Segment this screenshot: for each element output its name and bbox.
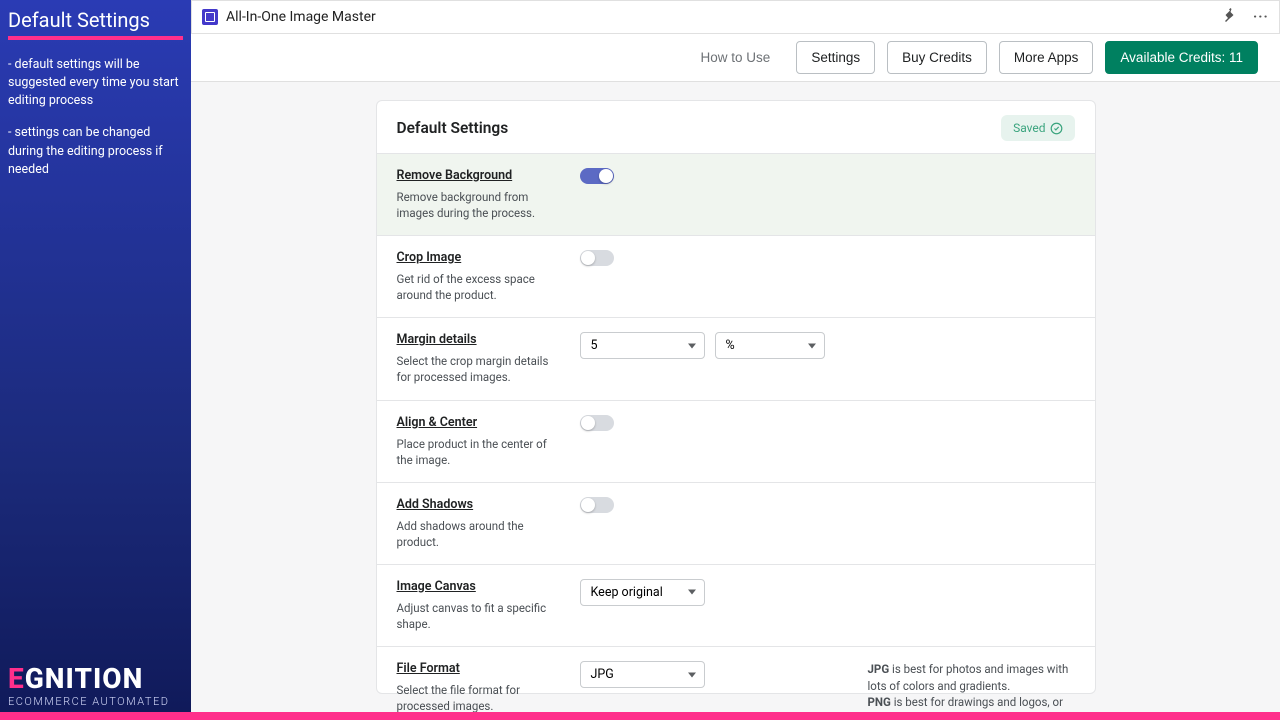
row-crop-image: Crop Image Get rid of the excess space a… — [377, 235, 1095, 317]
margin-unit-select[interactable]: % — [715, 332, 825, 359]
settings-card: Default Settings Saved Remove Background… — [376, 100, 1096, 694]
sidebar: Default Settings - default settings will… — [0, 0, 191, 712]
margin-details-desc: Select the crop margin details for proce… — [397, 353, 562, 385]
row-image-canvas: Image Canvas Adjust canvas to fit a spec… — [377, 564, 1095, 646]
crop-image-desc: Get rid of the excess space around the p… — [397, 271, 562, 303]
main: All-In-One Image Master ··· How to Use S… — [191, 0, 1280, 712]
margin-value-select[interactable]: 5 — [580, 332, 705, 359]
brand-logo: EGNITION — [8, 662, 169, 695]
align-center-label: Align & Center — [397, 415, 562, 430]
saved-badge: Saved — [1001, 115, 1074, 141]
more-icon[interactable]: ··· — [1253, 9, 1269, 25]
add-shadows-label: Add Shadows — [397, 497, 562, 512]
buy-credits-button[interactable]: Buy Credits — [887, 41, 987, 74]
file-format-label: File Format — [397, 661, 562, 676]
image-canvas-select[interactable]: Keep original — [580, 579, 705, 606]
titlebar: All-In-One Image Master ··· — [191, 0, 1280, 34]
how-to-use-button[interactable]: How to Use — [687, 42, 785, 73]
brand-block: EGNITION ECOMMERCE AUTOMATED — [8, 662, 169, 708]
remove-background-label: Remove Background — [397, 168, 562, 183]
sidebar-title: Default Settings — [8, 8, 183, 32]
more-apps-button[interactable]: More Apps — [999, 41, 1094, 74]
crop-image-label: Crop Image — [397, 250, 562, 265]
toolbar: How to Use Settings Buy Credits More App… — [191, 34, 1280, 82]
sidebar-note-1: - default settings will be suggested eve… — [8, 56, 183, 110]
accent-bar — [8, 36, 183, 40]
remove-background-toggle[interactable] — [580, 168, 614, 184]
row-align-center: Align & Center Place product in the cent… — [377, 400, 1095, 482]
row-add-shadows: Add Shadows Add shadows around the produ… — [377, 482, 1095, 564]
check-icon — [1050, 122, 1063, 135]
margin-details-label: Margin details — [397, 332, 562, 347]
content-area: Default Settings Saved Remove Background… — [191, 82, 1280, 712]
remove-background-desc: Remove background from images during the… — [397, 189, 562, 221]
image-canvas-desc: Adjust canvas to fit a specific shape. — [397, 600, 562, 632]
bottom-accent-bar — [0, 712, 1280, 720]
sidebar-note-2: - settings can be changed during the edi… — [8, 124, 183, 178]
add-shadows-toggle[interactable] — [580, 497, 614, 513]
file-format-select[interactable]: JPG — [580, 661, 705, 688]
image-canvas-label: Image Canvas — [397, 579, 562, 594]
file-format-hint: JPG is best for photos and images with l… — [868, 661, 1075, 712]
app-icon — [202, 9, 218, 25]
crop-image-toggle[interactable] — [580, 250, 614, 266]
add-shadows-desc: Add shadows around the product. — [397, 518, 562, 550]
brand-tagline: ECOMMERCE AUTOMATED — [8, 695, 169, 708]
row-margin-details: Margin details Select the crop margin de… — [377, 317, 1095, 399]
pin-icon[interactable] — [1221, 7, 1237, 27]
card-title: Default Settings — [397, 119, 509, 137]
settings-button[interactable]: Settings — [796, 41, 875, 74]
app-name: All-In-One Image Master — [226, 9, 376, 25]
row-remove-background: Remove Background Remove background from… — [377, 153, 1095, 235]
available-credits-button[interactable]: Available Credits: 11 — [1105, 41, 1258, 74]
align-center-desc: Place product in the center of the image… — [397, 436, 562, 468]
align-center-toggle[interactable] — [580, 415, 614, 431]
row-file-format: File Format Select the file format for p… — [377, 646, 1095, 712]
file-format-desc: Select the file format for processed ima… — [397, 682, 562, 712]
